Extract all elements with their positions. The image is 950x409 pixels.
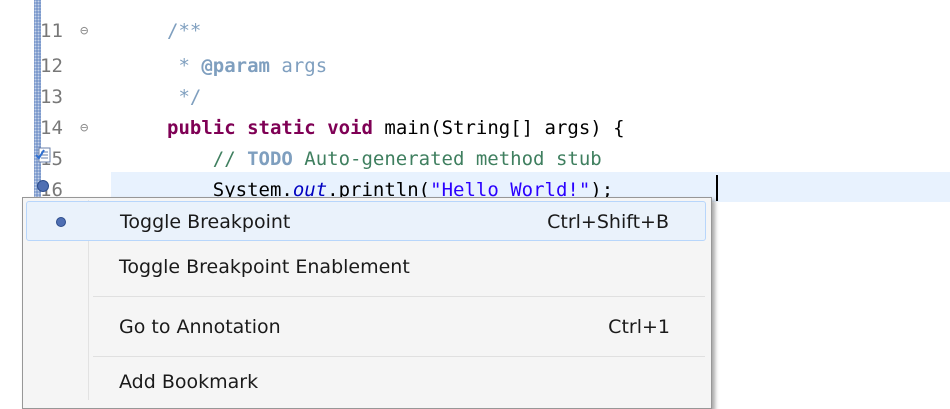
menu-item-label: Go to Annotation xyxy=(119,316,281,338)
menu-item-shortcut: Ctrl+1 xyxy=(608,316,670,338)
menu-item-toggle-breakpoint[interactable]: Toggle Breakpoint Ctrl+Shift+B xyxy=(26,201,706,241)
javadoc-tag: @param xyxy=(201,55,270,77)
comment-text: Auto-generated method stub xyxy=(292,148,602,170)
line-number: 11 xyxy=(40,20,63,42)
context-menu: Toggle Breakpoint Ctrl+Shift+B Toggle Br… xyxy=(22,197,712,409)
code-line[interactable]: /** xyxy=(167,18,201,44)
menu-item-toggle-breakpoint-enablement[interactable]: Toggle Breakpoint Enablement xyxy=(26,247,706,287)
keyword: static xyxy=(247,117,316,139)
menu-item-label: Toggle Breakpoint xyxy=(120,211,291,233)
menu-item-go-to-annotation[interactable]: Go to Annotation Ctrl+1 xyxy=(26,307,706,347)
task-icon[interactable] xyxy=(35,147,51,163)
keyword: void xyxy=(327,117,373,139)
keyword: public xyxy=(167,117,236,139)
code-text: main(String[] args) { xyxy=(372,117,625,139)
breakpoint-icon xyxy=(56,217,66,227)
menu-item-label: Toggle Breakpoint Enablement xyxy=(119,256,410,278)
code-line[interactable]: * @param args xyxy=(167,53,327,79)
menu-separator xyxy=(93,296,705,297)
javadoc-text: * xyxy=(167,55,202,77)
javadoc-text: args xyxy=(269,55,328,77)
breakpoint-icon[interactable] xyxy=(37,180,49,192)
comment-text: // xyxy=(167,148,248,170)
menu-item-add-bookmark[interactable]: Add Bookmark xyxy=(26,362,706,402)
todo-tag: TODO xyxy=(247,148,293,170)
menu-item-label: Add Bookmark xyxy=(119,371,259,393)
text-caret xyxy=(716,175,718,201)
code-line[interactable]: // TODO Auto-generated method stub xyxy=(167,146,602,172)
fold-collapse-icon[interactable]: ⊖ xyxy=(80,115,102,141)
code-line[interactable]: */ xyxy=(167,84,201,110)
code-line[interactable]: public static void main(String[] args) { xyxy=(167,115,625,141)
fold-collapse-icon[interactable]: ⊖ xyxy=(80,18,102,44)
line-number: 12 xyxy=(40,55,63,77)
line-number: 13 xyxy=(40,86,63,108)
line-number: 14 xyxy=(40,117,63,139)
menu-item-shortcut: Ctrl+Shift+B xyxy=(547,211,669,233)
menu-separator xyxy=(93,356,705,357)
